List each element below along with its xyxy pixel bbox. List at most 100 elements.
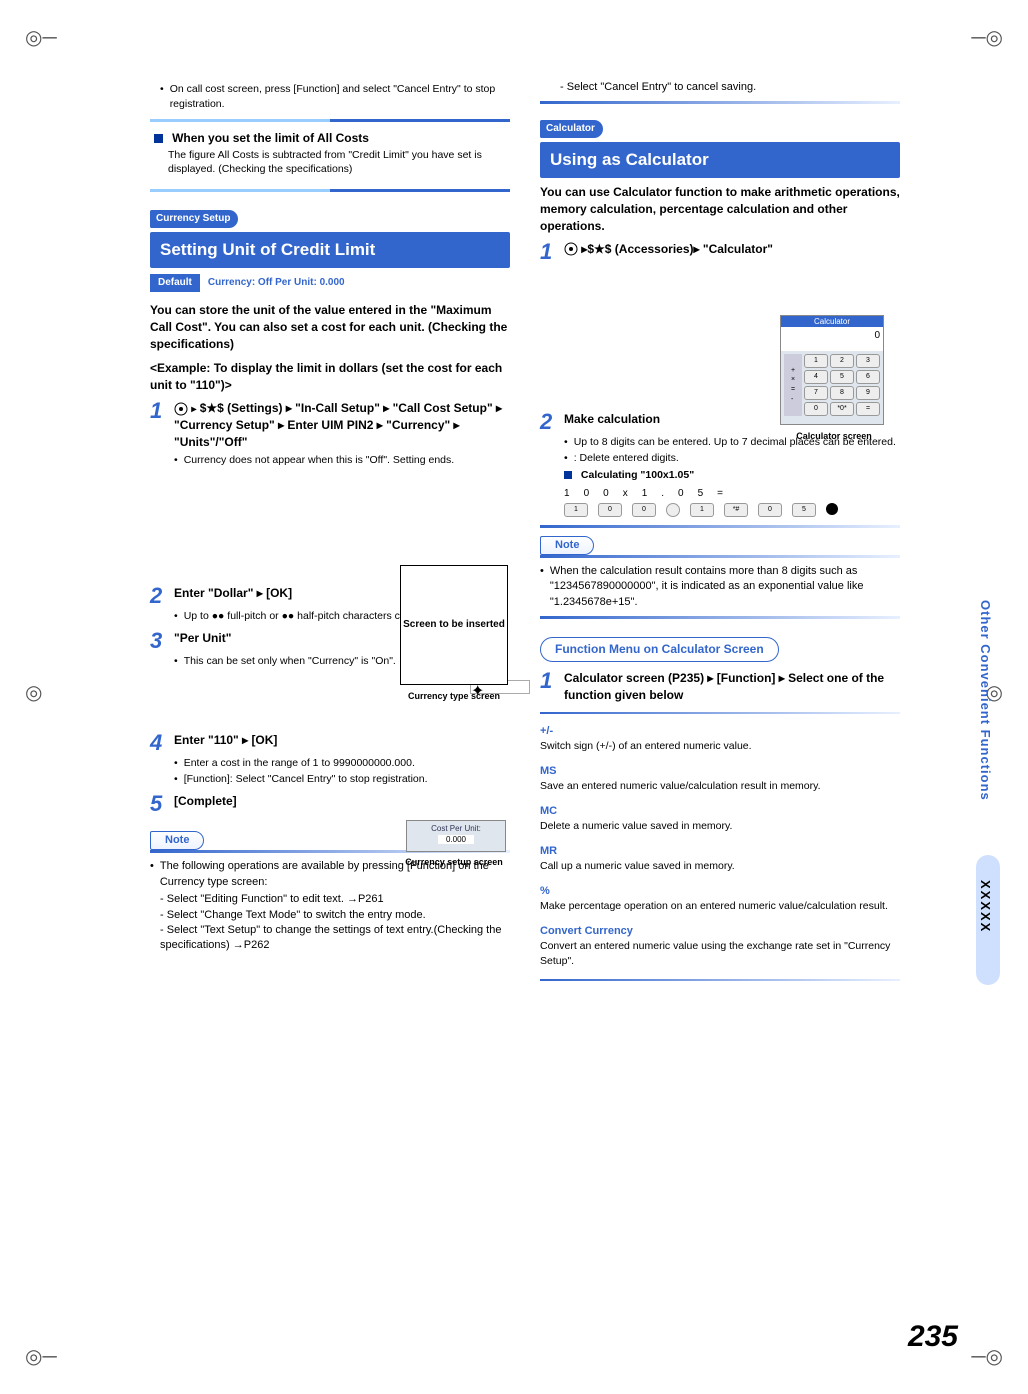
func-item-title: MR xyxy=(540,844,900,859)
page-number: 235 xyxy=(908,1320,958,1354)
screen-caption: Calculator screen xyxy=(780,430,888,443)
divider xyxy=(150,119,510,122)
screen-placeholder: Screen to be inserted xyxy=(400,565,508,685)
keypad-icon: 1 xyxy=(690,503,714,517)
keypad-icon: 1 xyxy=(564,503,588,517)
note-item: Select "Change Text Mode" to switch the … xyxy=(167,909,426,921)
func-item-desc: Call up a numeric value saved in memory. xyxy=(540,859,900,874)
step-number: 2 xyxy=(540,411,558,433)
note-label: Note xyxy=(540,536,594,555)
step-number: 2 xyxy=(150,585,168,607)
step-number: 1 xyxy=(540,241,558,263)
bullet-icon: • xyxy=(160,82,164,97)
left-column: • On call cost screen, press [Function] … xyxy=(150,80,510,991)
function-menu-heading: Function Menu on Calculator Screen xyxy=(540,637,779,662)
func-item-desc: Make percentage operation on an entered … xyxy=(540,899,900,914)
keypad-icon: 0 xyxy=(598,503,622,517)
divider xyxy=(540,616,900,619)
step-text: ▸$★$ (Accessories)▸ "Calculator" xyxy=(564,241,900,258)
default-value: Currency: Off Per Unit: 0.000 xyxy=(200,274,510,292)
bullet-icon: • xyxy=(564,451,568,466)
topic-tag: Currency Setup xyxy=(150,210,238,228)
bullet-icon: • xyxy=(174,772,178,787)
step-note: : Delete entered digits. xyxy=(574,451,679,466)
topic-tag: Calculator xyxy=(540,120,603,138)
step-text: Calculator screen (P235) ▸ [Function] ▸ … xyxy=(564,670,900,704)
nav-key-icon xyxy=(666,503,680,517)
section-label: Other Convenient Functions xyxy=(978,600,993,801)
step-number: 4 xyxy=(150,732,168,754)
section-mark: XXXXX xyxy=(978,880,993,933)
screen-image: Cost Per Unit:0.000 xyxy=(406,820,506,852)
default-label: Default xyxy=(150,274,200,292)
keypad-icon: 0 xyxy=(758,503,782,517)
func-item-title: MC xyxy=(540,804,900,819)
bullet-icon: • xyxy=(540,564,544,579)
square-marker-icon xyxy=(564,471,572,479)
step-text: [Complete] xyxy=(174,793,510,810)
divider xyxy=(150,189,510,192)
step-text: Enter "110" ▸ [OK] xyxy=(174,732,510,749)
step-text: ▸ $★$ (Settings) ▸ "In-Call Setup" ▸ "Ca… xyxy=(174,400,510,451)
body-text: On call cost screen, press [Function] an… xyxy=(170,82,510,111)
crop-mark-icon: ─◎ xyxy=(971,1344,1003,1369)
square-marker-icon xyxy=(154,134,163,143)
section-title: Using as Calculator xyxy=(540,142,900,178)
intro-text: You can store the unit of the value ente… xyxy=(150,302,510,352)
step-note: This can be set only when "Currency" is … xyxy=(184,654,396,669)
step-note: [Function]: Select "Cancel Entry" to sto… xyxy=(184,772,428,787)
step-number: 1 xyxy=(150,400,168,422)
func-item-desc: Convert an entered numeric value using t… xyxy=(540,939,900,968)
divider xyxy=(540,101,900,104)
bullet-icon: • xyxy=(150,859,154,874)
note-text: When the calculation result contains mor… xyxy=(550,564,900,610)
step-number: 1 xyxy=(540,670,558,692)
divider xyxy=(540,979,900,981)
section-title: Setting Unit of Credit Limit xyxy=(150,232,510,268)
bullet-icon: • xyxy=(174,609,178,624)
note-label: Note xyxy=(150,831,204,850)
step-note: Enter a cost in the range of 1 to 999000… xyxy=(184,756,415,771)
func-item-title: +/- xyxy=(540,724,900,739)
divider xyxy=(540,712,900,714)
subheading: When you set the limit of All Costs xyxy=(172,131,369,145)
example-text: <Example: To display the limit in dollar… xyxy=(150,360,510,394)
bullet-icon: • xyxy=(564,435,568,450)
body-text: The figure All Costs is subtracted from … xyxy=(168,148,510,177)
calculator-screen-image: Calculator 0 +×=- 123 456 789 0*0*= xyxy=(780,315,884,425)
intro-text: You can use Calculator function to make … xyxy=(540,184,900,234)
default-row: Default Currency: Off Per Unit: 0.000 xyxy=(150,274,510,292)
func-item-title: Convert Currency xyxy=(540,924,900,939)
func-item-desc: Switch sign (+/-) of an entered numeric … xyxy=(540,739,900,754)
step-note: Currency does not appear when this is "O… xyxy=(184,453,455,468)
crop-mark-icon: ─◎ xyxy=(971,25,1003,50)
keypad-icon: 5 xyxy=(792,503,816,517)
step-number: 3 xyxy=(150,630,168,652)
key-sequence-labels: 100x1.05= xyxy=(564,487,900,501)
keypad-icon: *# xyxy=(724,503,748,517)
bullet-icon: • xyxy=(174,756,178,771)
func-item-title: % xyxy=(540,884,900,899)
body-text: Select "Cancel Entry" to cancel saving. xyxy=(567,81,756,93)
bullet-icon: • xyxy=(174,654,178,669)
center-key-icon xyxy=(826,503,838,515)
func-item-desc: Save an entered numeric value/calculatio… xyxy=(540,779,900,794)
divider xyxy=(540,525,900,528)
bullet-icon: • xyxy=(174,453,178,468)
note-item: Select "Text Setup" to change the settin… xyxy=(160,924,501,951)
key-sequence-icons: 1 0 0 1 *# 0 5 xyxy=(564,503,900,517)
screen-caption: Currency type screen xyxy=(400,690,508,703)
note-item: Select "Editing Function" to edit text. … xyxy=(167,893,384,905)
crop-mark-icon: ◎─ xyxy=(25,25,57,50)
divider xyxy=(540,555,900,558)
screen-caption: Currency setup screen xyxy=(400,856,508,869)
center-key-icon xyxy=(564,242,578,256)
calc-heading: Calculating "100x1.05" xyxy=(581,469,694,481)
right-column: - Select "Cancel Entry" to cancel saving… xyxy=(540,80,900,991)
manual-page: ◎─ ─◎ ◎─ ─◎ ◎ ◎ ✦ Other Convenient Funct… xyxy=(0,0,1028,1394)
crop-mark-icon: ◎─ xyxy=(25,1344,57,1369)
step-number: 5 xyxy=(150,793,168,815)
func-item-title: MS xyxy=(540,764,900,779)
keypad-icon: 0 xyxy=(632,503,656,517)
func-item-desc: Delete a numeric value saved in memory. xyxy=(540,819,900,834)
